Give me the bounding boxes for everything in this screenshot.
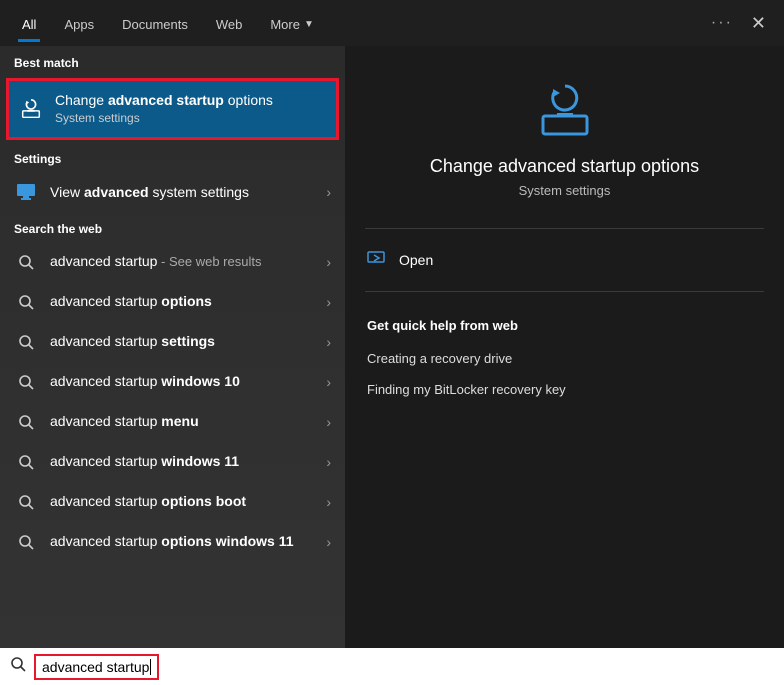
web-result-text: advanced startup menu	[50, 412, 318, 431]
monitor-icon	[14, 180, 38, 204]
section-settings: Settings	[0, 142, 345, 172]
preview-title: Change advanced startup options	[365, 156, 764, 177]
web-result[interactable]: advanced startup settings ›	[0, 322, 345, 362]
search-icon	[14, 290, 38, 314]
best-match-subtitle: System settings	[55, 111, 326, 127]
chevron-right-icon: ›	[326, 254, 331, 270]
chevron-right-icon: ›	[326, 534, 331, 550]
settings-result[interactable]: View advanced system settings ›	[0, 172, 345, 212]
divider	[365, 291, 764, 292]
search-input-highlight: advanced startup	[34, 654, 159, 680]
startup-options-icon	[19, 97, 43, 121]
section-search-web: Search the web	[0, 212, 345, 242]
open-action[interactable]: Open	[345, 239, 784, 281]
tab-all[interactable]: All	[8, 5, 50, 42]
more-options-icon[interactable]: ···	[711, 14, 733, 32]
open-label: Open	[399, 252, 433, 268]
topbar-right: ··· ✕	[711, 13, 776, 34]
web-result[interactable]: advanced startup windows 10 ›	[0, 362, 345, 402]
text-bold: advanced	[84, 184, 149, 200]
chevron-right-icon: ›	[326, 374, 331, 390]
search-icon	[10, 656, 26, 677]
search-icon	[14, 450, 38, 474]
tab-apps[interactable]: Apps	[50, 5, 108, 42]
web-result[interactable]: advanced startup options windows 11 ›	[0, 522, 345, 562]
text-bold: advanced startup	[108, 92, 224, 108]
web-result-text: advanced startup options	[50, 292, 318, 311]
text-part: Change	[55, 92, 108, 108]
web-result[interactable]: advanced startup options boot ›	[0, 482, 345, 522]
preview-subtitle: System settings	[365, 183, 764, 198]
chevron-down-icon: ▼	[304, 19, 314, 30]
close-icon[interactable]: ✕	[751, 13, 766, 34]
main-area: Best match Change advanced startup optio…	[0, 46, 784, 648]
text-part: system settings	[149, 184, 249, 200]
search-icon	[14, 330, 38, 354]
startup-options-icon-large	[535, 82, 595, 138]
chevron-right-icon: ›	[326, 294, 331, 310]
search-bar[interactable]: advanced startup	[0, 648, 784, 685]
search-icon	[14, 490, 38, 514]
web-result[interactable]: advanced startup windows 11 ›	[0, 442, 345, 482]
tab-web[interactable]: Web	[202, 5, 257, 42]
chevron-right-icon: ›	[326, 494, 331, 510]
text-part: options	[224, 92, 273, 108]
quick-link-recovery-drive[interactable]: Creating a recovery drive	[345, 343, 784, 374]
web-result-text: advanced startup windows 11	[50, 452, 318, 471]
tabs-container: All Apps Documents Web More ▼	[8, 5, 328, 42]
tab-more[interactable]: More ▼	[256, 5, 328, 42]
search-icon	[14, 370, 38, 394]
search-input[interactable]: advanced startup	[42, 659, 149, 675]
tab-more-label: More	[270, 17, 300, 32]
chevron-right-icon: ›	[326, 334, 331, 350]
preview-panel: Change advanced startup options System s…	[345, 46, 784, 648]
web-result-text: advanced startup options windows 11	[50, 532, 318, 551]
search-icon	[14, 410, 38, 434]
preview-hero: Change advanced startup options System s…	[345, 46, 784, 218]
section-best-match: Best match	[0, 46, 345, 76]
web-result-text: advanced startup settings	[50, 332, 318, 351]
web-result[interactable]: advanced startup options ›	[0, 282, 345, 322]
chevron-right-icon: ›	[326, 454, 331, 470]
best-match-text: Change advanced startup options System s…	[55, 91, 326, 127]
open-icon	[367, 251, 385, 269]
tab-documents[interactable]: Documents	[108, 5, 202, 42]
web-result-text: advanced startup options boot	[50, 492, 318, 511]
divider	[365, 228, 764, 229]
top-tab-bar: All Apps Documents Web More ▼ ··· ✕	[0, 0, 784, 46]
quick-help-header: Get quick help from web	[345, 302, 784, 343]
chevron-right-icon: ›	[326, 184, 331, 200]
best-match-result[interactable]: Change advanced startup options System s…	[6, 78, 339, 140]
web-result-text: advanced startup windows 10	[50, 372, 318, 391]
web-result[interactable]: advanced startup - See web results ›	[0, 242, 345, 282]
text-cursor	[150, 659, 151, 675]
text-part: View	[50, 184, 84, 200]
results-panel: Best match Change advanced startup optio…	[0, 46, 345, 648]
web-result-text: advanced startup - See web results	[50, 252, 318, 271]
search-icon	[14, 530, 38, 554]
search-icon	[14, 250, 38, 274]
settings-result-text: View advanced system settings	[50, 183, 318, 201]
quick-link-bitlocker[interactable]: Finding my BitLocker recovery key	[345, 374, 784, 405]
web-result[interactable]: advanced startup menu ›	[0, 402, 345, 442]
chevron-right-icon: ›	[326, 414, 331, 430]
